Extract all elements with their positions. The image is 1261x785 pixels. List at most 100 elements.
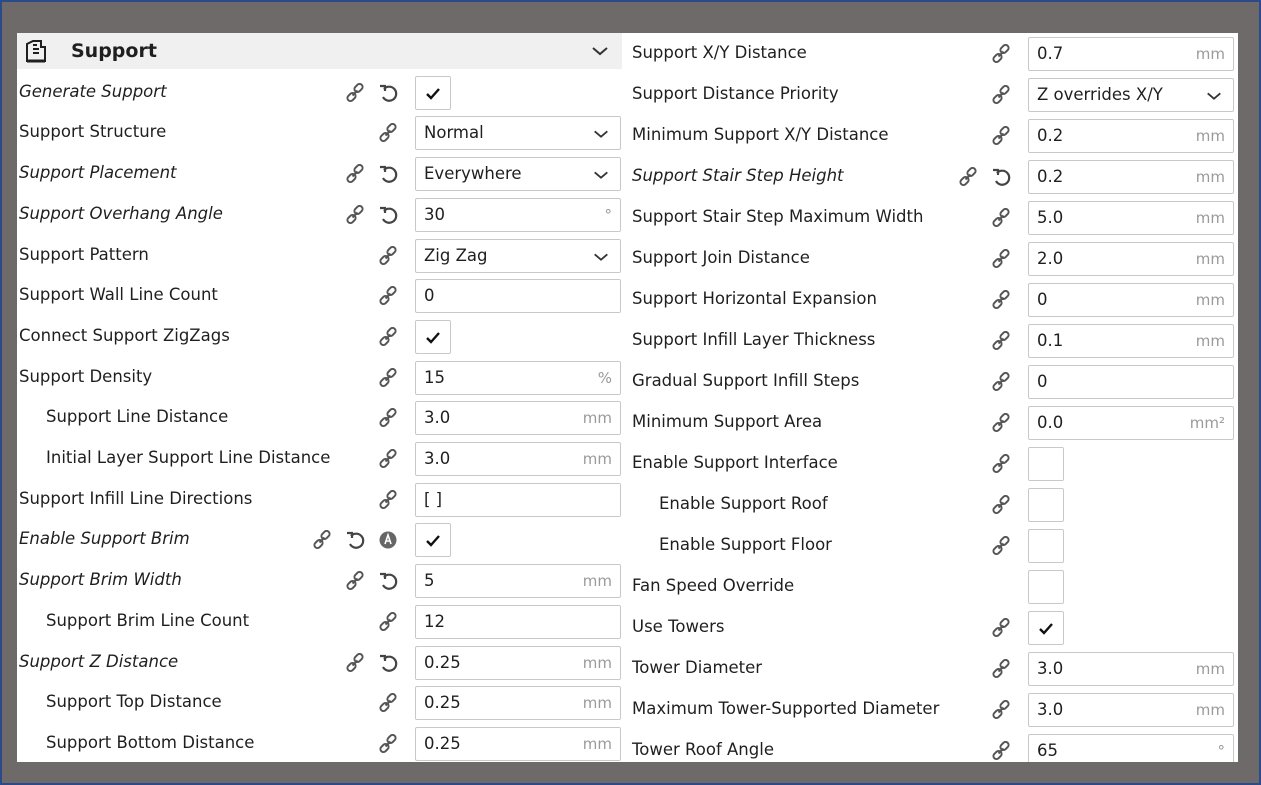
link-icon[interactable] [991, 208, 1011, 228]
link-icon[interactable] [345, 82, 365, 103]
input-support-overhang-angle[interactable]: 30 ° [415, 197, 621, 232]
setting-row-enable-support-roof: Enable Support Roof [629, 486, 1238, 522]
settings-panel: Support Generate Support Support Structur… [17, 33, 1238, 762]
link-icon[interactable] [378, 489, 398, 510]
chevron-down-icon[interactable] [590, 41, 610, 61]
input-support-bottom-distance[interactable]: 0.25 mm [415, 726, 621, 761]
field-unit: mm [1195, 332, 1225, 350]
link-icon[interactable] [345, 652, 365, 673]
reset-icon[interactable] [378, 164, 398, 184]
checkbox-enable-support-interface[interactable] [1028, 447, 1064, 481]
link-icon[interactable] [991, 126, 1011, 146]
link-icon[interactable] [991, 85, 1011, 105]
setting-row-support-placement: Support Placement Everywhere [17, 155, 622, 192]
setting-label: Tower Diameter [632, 658, 763, 677]
setting-label: Support Infill Layer Thickness [632, 330, 876, 349]
link-icon[interactable] [378, 449, 398, 469]
link-icon[interactable] [991, 290, 1011, 310]
setting-label: Support Stair Step Maximum Width [632, 207, 924, 226]
link-icon[interactable] [958, 167, 978, 187]
reset-icon[interactable] [378, 205, 398, 225]
input-maximum-tower-supported-diameter[interactable]: 3.0 mm [1028, 693, 1234, 727]
select-support-pattern[interactable]: Zig Zag [415, 238, 621, 273]
link-icon[interactable] [991, 659, 1011, 679]
input-initial-layer-support-line-distance[interactable]: 3.0 mm [415, 442, 621, 476]
select-support-placement[interactable]: Everywhere [415, 157, 621, 192]
setting-row-support-join-distance: Support Join Distance 2.0 mm [629, 240, 1238, 276]
inherit-info-icon[interactable] [378, 530, 398, 550]
reset-icon[interactable] [378, 571, 398, 591]
field-unit: mm [1195, 209, 1225, 227]
link-icon[interactable] [991, 372, 1011, 392]
input-support-horizontal-expansion[interactable]: 0 mm [1028, 283, 1234, 317]
link-icon[interactable] [991, 331, 1011, 351]
input-support-stair-step-maximum-width[interactable]: 5.0 mm [1028, 201, 1234, 235]
reset-icon[interactable] [345, 530, 365, 550]
link-icon[interactable] [378, 733, 398, 754]
input-support-brim-width[interactable]: 5 mm [415, 564, 621, 599]
checkbox-connect-support-zigzags[interactable] [415, 319, 451, 354]
link-icon[interactable] [378, 367, 398, 388]
link-icon[interactable] [345, 571, 365, 591]
field-value: 0.2 [1037, 126, 1064, 145]
select-support-structure[interactable]: Normal [415, 116, 621, 151]
link-icon[interactable] [378, 245, 398, 266]
input-tower-diameter[interactable]: 3.0 mm [1028, 652, 1234, 686]
link-icon[interactable] [378, 408, 398, 428]
reset-icon[interactable] [378, 83, 398, 103]
setting-row-support-infill-layer-thickness: Support Infill Layer Thickness 0.1 mm [629, 322, 1238, 358]
input-support-infill-line-directions[interactable]: [ ] [415, 482, 621, 517]
checkbox-enable-support-floor[interactable] [1028, 529, 1064, 563]
setting-row-support-horizontal-expansion: Support Horizontal Expansion 0 mm [629, 281, 1238, 317]
link-icon[interactable] [991, 618, 1011, 638]
field-value: 3.0 [1037, 659, 1064, 678]
checkbox-enable-support-brim[interactable] [415, 523, 451, 558]
setting-row-fan-speed-override: Fan Speed Override [629, 568, 1238, 604]
link-icon[interactable] [991, 44, 1011, 64]
checkbox-generate-support[interactable] [415, 75, 451, 110]
input-tower-roof-angle[interactable]: 65 ° [1028, 734, 1234, 762]
link-icon[interactable] [345, 164, 365, 184]
link-icon[interactable] [378, 123, 398, 143]
link-icon[interactable] [991, 700, 1011, 720]
link-icon[interactable] [991, 454, 1011, 474]
setting-row-support-stair-step-height: Support Stair Step Height 0.2 mm [629, 158, 1238, 194]
field-value: 5 [424, 571, 435, 591]
section-header-support[interactable]: Support [17, 33, 622, 69]
link-icon[interactable] [991, 495, 1011, 515]
link-icon[interactable] [345, 204, 365, 225]
input-support-infill-layer-thickness[interactable]: 0.1 mm [1028, 324, 1234, 358]
checkbox-use-towers[interactable] [1028, 611, 1064, 645]
checkbox-enable-support-roof[interactable] [1028, 488, 1064, 522]
reset-icon[interactable] [991, 167, 1011, 187]
input-minimum-support-area[interactable]: 0.0 mm² [1028, 406, 1234, 440]
link-icon[interactable] [378, 286, 398, 306]
checkmark-icon [426, 332, 440, 344]
link-icon[interactable] [991, 413, 1011, 433]
input-support-line-distance[interactable]: 3.0 mm [415, 401, 621, 436]
input-gradual-support-infill-steps[interactable]: 0 [1028, 365, 1234, 399]
link-icon[interactable] [991, 249, 1011, 269]
input-support-top-distance[interactable]: 0.25 mm [415, 686, 621, 721]
field-unit: mm [582, 694, 612, 713]
input-support-x-y-distance[interactable]: 0.7 mm [1028, 37, 1234, 71]
input-support-z-distance[interactable]: 0.25 mm [415, 645, 621, 680]
setting-row-enable-support-interface: Enable Support Interface [629, 445, 1238, 481]
input-minimum-support-x-y-distance[interactable]: 0.2 mm [1028, 119, 1234, 153]
link-icon[interactable] [378, 326, 398, 347]
select-support-distance-priority[interactable]: Z overrides X/Y [1028, 78, 1234, 112]
input-support-stair-step-height[interactable]: 0.2 mm [1028, 160, 1234, 194]
input-support-wall-line-count[interactable]: 0 [415, 279, 621, 314]
link-icon[interactable] [378, 611, 398, 632]
link-icon[interactable] [312, 530, 332, 550]
input-support-brim-line-count[interactable]: 12 [415, 604, 621, 639]
setting-row-support-z-distance: Support Z Distance 0.25 mm [17, 644, 622, 680]
link-icon[interactable] [991, 741, 1011, 761]
input-support-join-distance[interactable]: 2.0 mm [1028, 242, 1234, 276]
input-support-density[interactable]: 15% [415, 360, 621, 395]
reset-icon[interactable] [378, 653, 398, 673]
setting-label: Support Overhang Angle [19, 203, 223, 223]
link-icon[interactable] [991, 536, 1011, 556]
checkbox-fan-speed-override[interactable] [1028, 570, 1064, 604]
link-icon[interactable] [378, 693, 398, 713]
